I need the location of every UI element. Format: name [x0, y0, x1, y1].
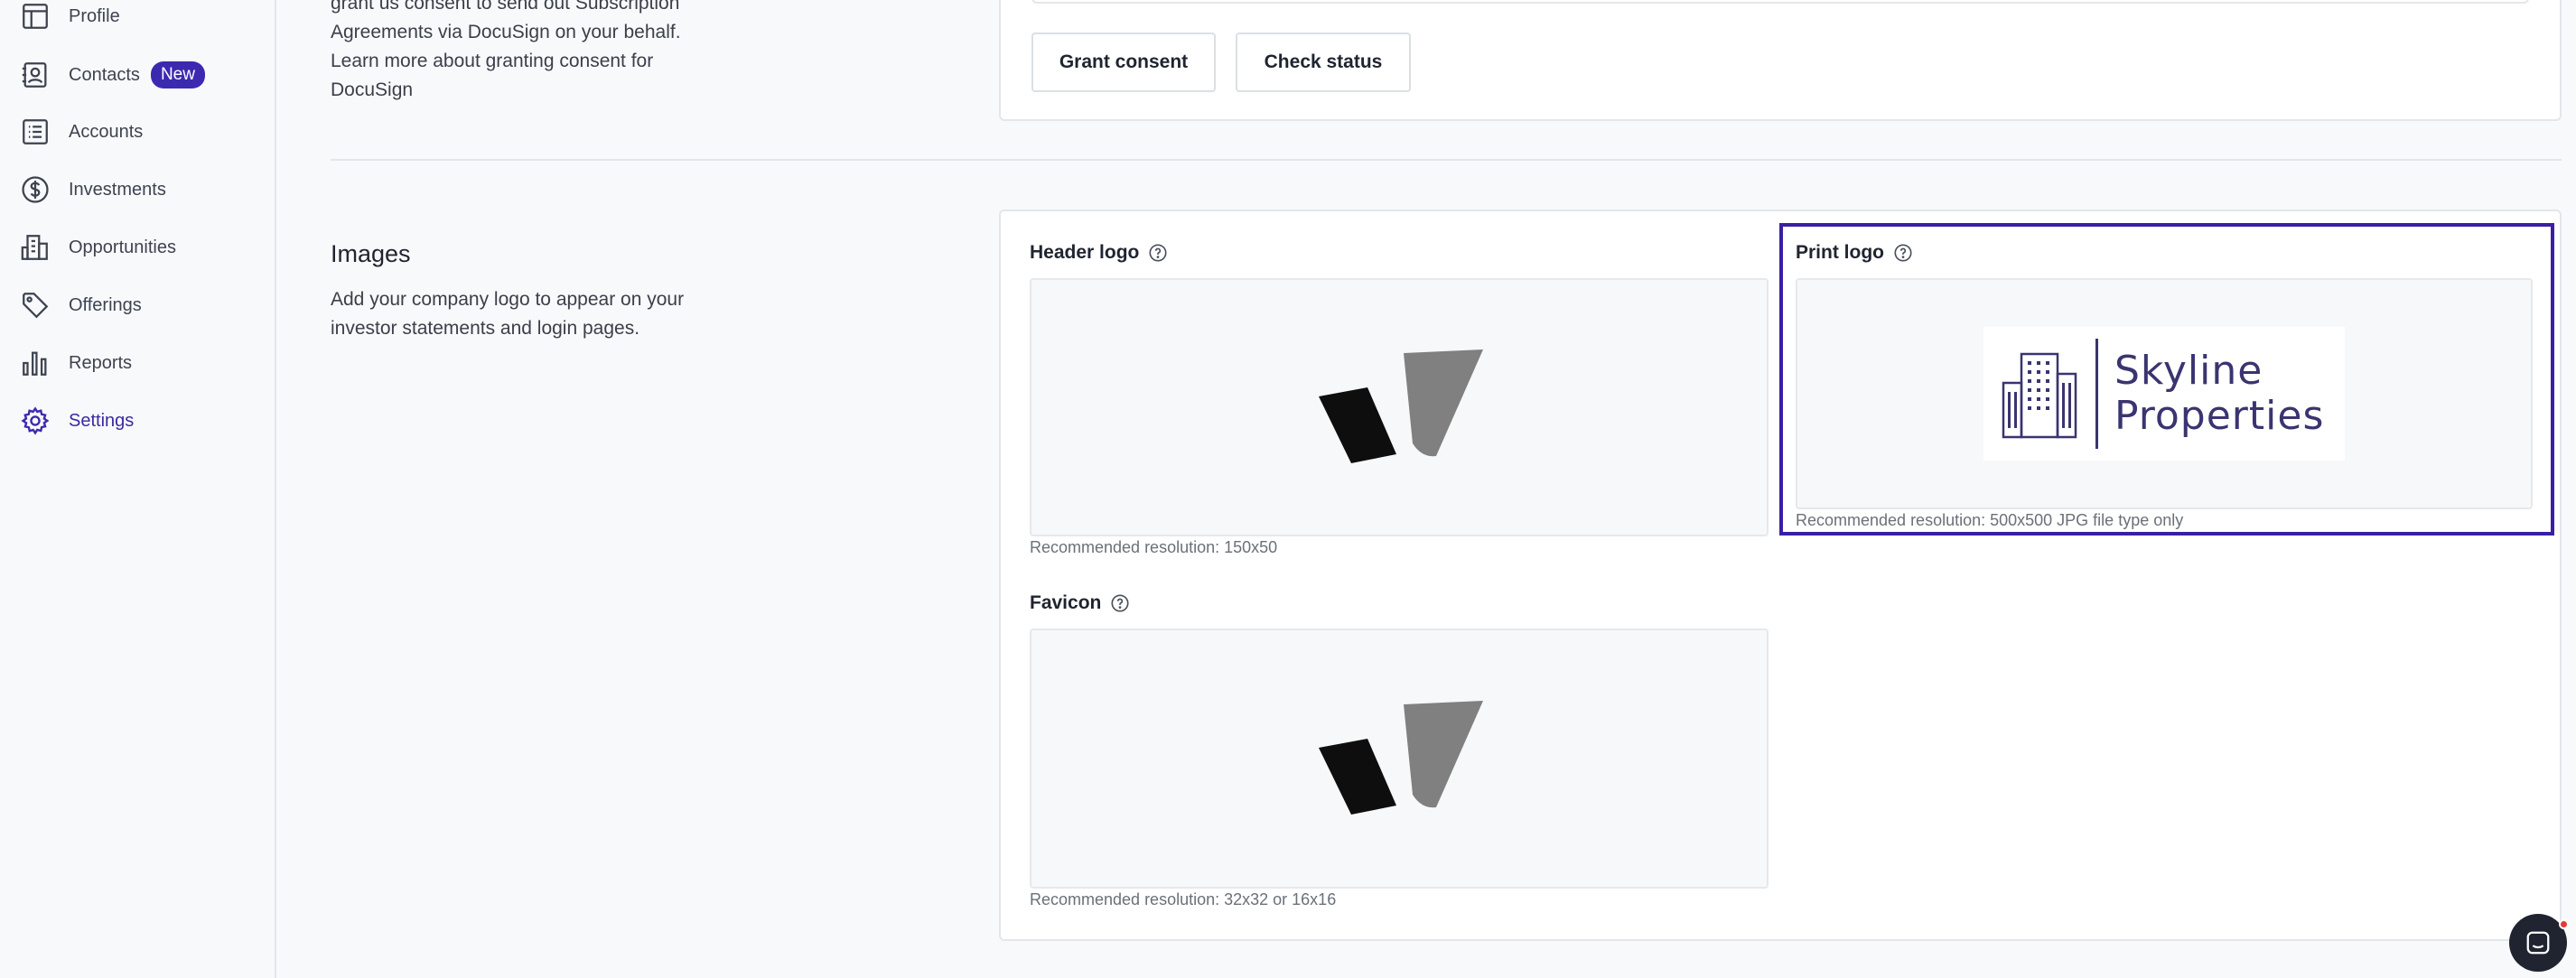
favicon-dropzone[interactable] — [1030, 629, 1769, 889]
sidebar-item-accounts[interactable]: Accounts — [18, 108, 143, 155]
dollar-circle-icon — [18, 172, 52, 207]
check-status-button[interactable]: Check status — [1236, 33, 1411, 92]
favicon-hint: Recommended resolution: 32x32 or 16x16 — [1030, 890, 1337, 908]
help-icon[interactable] — [1110, 593, 1130, 613]
description-line: grant us consent to send out Subscriptio… — [331, 0, 680, 14]
contact-card-icon — [18, 58, 52, 92]
description-line: Agreements via DocuSign on your behalf. — [331, 22, 681, 42]
sidebar-item-label: Opportunities — [69, 237, 176, 257]
sidebar-item-offerings[interactable]: Offerings — [18, 282, 142, 329]
sidebar-item-label: Settings — [69, 410, 135, 431]
chat-icon — [2526, 931, 2550, 955]
favicon-label-text: Favicon — [1030, 592, 1102, 613]
description-line: DocuSign — [331, 79, 414, 100]
sidebar-item-profile[interactable]: Profile — [18, 0, 120, 40]
sidebar-item-settings[interactable]: Settings — [18, 397, 134, 444]
description-line: Learn more about granting consent for — [331, 51, 654, 71]
sidebar-item-investments[interactable]: Investments — [18, 166, 166, 213]
tag-icon — [18, 288, 52, 322]
sidebar-item-opportunities[interactable]: Opportunities — [18, 224, 176, 271]
header-logo-label: Header logo — [1030, 242, 1168, 264]
sidebar-item-label: Investments — [69, 179, 166, 200]
images-section-description: Add your company logo to appear on your … — [331, 289, 685, 339]
notification-dot — [2559, 919, 2569, 929]
section-divider — [331, 159, 2562, 161]
header-logo-hint: Recommended resolution: 150x50 — [1030, 538, 1278, 556]
docusign-description: grant us consent to send out Subscriptio… — [331, 0, 719, 105]
sidebar-item-reports[interactable]: Reports — [18, 340, 132, 387]
v-logo-image — [1319, 701, 1483, 815]
layout-icon — [18, 0, 52, 33]
header-logo-label-text: Header logo — [1030, 242, 1140, 263]
sidebar: Profile Contacts New Accounts Investment… — [0, 0, 276, 978]
bar-chart-icon — [18, 346, 52, 380]
new-badge: New — [150, 61, 205, 88]
sidebar-item-label: Contacts — [69, 64, 140, 85]
docusign-field-bottom — [1031, 0, 2529, 4]
docusign-card: Grant consent Check status — [999, 0, 2562, 121]
gear-icon — [18, 404, 52, 438]
sidebar-item-label: Accounts — [69, 121, 144, 142]
help-icon[interactable] — [1148, 243, 1168, 263]
chat-launcher-button[interactable] — [2509, 914, 2569, 972]
building-icon — [18, 230, 52, 265]
print-logo-highlight — [1779, 223, 2554, 536]
images-section-title: Images — [331, 240, 411, 267]
sidebar-item-contacts[interactable]: Contacts New — [18, 51, 205, 98]
list-icon — [18, 115, 52, 149]
v-logo-image — [1319, 349, 1483, 463]
favicon-label: Favicon — [1030, 592, 1130, 614]
grant-consent-button[interactable]: Grant consent — [1031, 33, 1216, 92]
header-logo-dropzone[interactable] — [1030, 278, 1769, 536]
sidebar-item-label: Reports — [69, 352, 133, 373]
sidebar-item-label: Profile — [69, 5, 120, 26]
sidebar-item-label: Offerings — [69, 294, 142, 315]
